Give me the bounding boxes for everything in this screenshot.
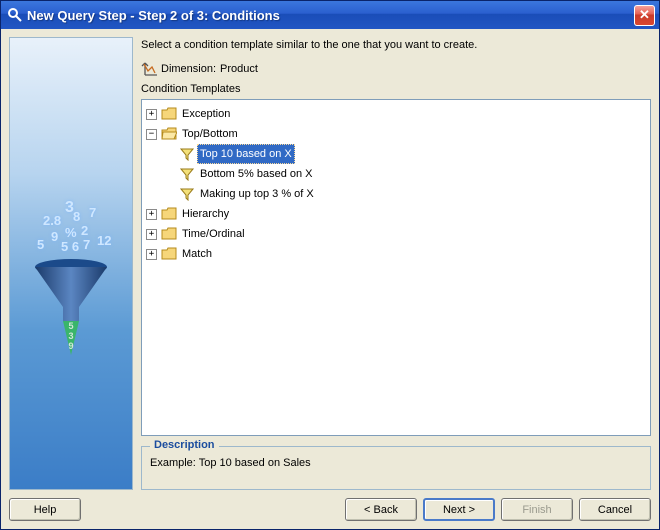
expander-icon[interactable]: + xyxy=(146,249,157,260)
folder-icon xyxy=(161,206,177,222)
titlebar: New Query Step - Step 2 of 3: Conditions… xyxy=(1,1,659,29)
folder-open-icon xyxy=(161,126,177,142)
tree-node-exception[interactable]: + Exception xyxy=(146,104,646,124)
button-bar: Help < Back Next > Finish Cancel xyxy=(9,490,651,521)
tree-node-topbottom[interactable]: − Top/Bottom xyxy=(146,124,646,144)
tree-node-match[interactable]: + Match xyxy=(146,244,646,264)
expander-icon[interactable]: − xyxy=(146,129,157,140)
window-title: New Query Step - Step 2 of 3: Conditions xyxy=(27,8,634,23)
node-label: Bottom 5% based on X xyxy=(197,164,316,184)
description-text: Example: Top 10 based on Sales xyxy=(150,457,311,469)
filter-icon xyxy=(179,146,195,162)
tree-item-makinguptop3[interactable]: + Making up top 3 % of X xyxy=(164,184,646,204)
wizard-window: New Query Step - Step 2 of 3: Conditions… xyxy=(0,0,660,530)
tree-spacer: + xyxy=(164,169,175,180)
svg-text:3: 3 xyxy=(68,331,73,341)
description-box: Description Example: Top 10 based on Sal… xyxy=(141,446,651,490)
content-area: 3 2.8 8 7 9 % 2 5 5 6 7 12 xyxy=(1,29,659,529)
templates-label: Condition Templates xyxy=(141,83,651,95)
tree-panel: + Exception − xyxy=(141,99,651,436)
tree-item-bottom5[interactable]: + Bottom 5% based on X xyxy=(164,164,646,184)
dimension-label: Dimension: xyxy=(161,63,216,75)
node-label: Top/Bottom xyxy=(179,124,241,144)
finish-button: Finish xyxy=(501,498,573,521)
expander-icon[interactable]: + xyxy=(146,229,157,240)
cancel-button[interactable]: Cancel xyxy=(579,498,651,521)
dimension-row: Dimension: Product xyxy=(141,61,651,77)
tree-node-timeordinal[interactable]: + Time/Ordinal xyxy=(146,224,646,244)
filter-icon xyxy=(179,166,195,182)
svg-text:9: 9 xyxy=(68,341,73,351)
tree-node-hierarchy[interactable]: + Hierarchy xyxy=(146,204,646,224)
tree-spacer: + xyxy=(164,189,175,200)
dimension-value: Product xyxy=(220,63,258,75)
expander-icon[interactable]: + xyxy=(146,209,157,220)
description-legend: Description xyxy=(150,439,219,451)
right-pane: Select a condition template similar to t… xyxy=(141,37,651,490)
node-label: Match xyxy=(179,244,215,264)
tree-item-top10[interactable]: + Top 10 based on X xyxy=(164,144,646,164)
expander-icon[interactable]: + xyxy=(146,109,157,120)
condition-tree: + Exception − xyxy=(146,104,646,264)
folder-icon xyxy=(161,106,177,122)
app-icon xyxy=(7,7,23,23)
node-label: Exception xyxy=(179,104,233,124)
folder-icon xyxy=(161,246,177,262)
instruction-text: Select a condition template similar to t… xyxy=(141,37,651,57)
back-button[interactable]: < Back xyxy=(345,498,417,521)
close-button[interactable]: ✕ xyxy=(634,5,655,26)
node-label: Hierarchy xyxy=(179,204,232,224)
dimension-icon xyxy=(141,61,157,77)
main-area: 3 2.8 8 7 9 % 2 5 5 6 7 12 xyxy=(9,37,651,490)
node-label: Top 10 based on X xyxy=(197,144,295,164)
wizard-graphic: 3 2.8 8 7 9 % 2 5 5 6 7 12 xyxy=(9,37,133,490)
folder-icon xyxy=(161,226,177,242)
tree-spacer: + xyxy=(164,149,175,160)
node-label: Making up top 3 % of X xyxy=(197,184,317,204)
node-label: Time/Ordinal xyxy=(179,224,248,244)
svg-text:5: 5 xyxy=(68,321,73,331)
help-button[interactable]: Help xyxy=(9,498,81,521)
next-button[interactable]: Next > xyxy=(423,498,495,521)
filter-icon xyxy=(179,186,195,202)
